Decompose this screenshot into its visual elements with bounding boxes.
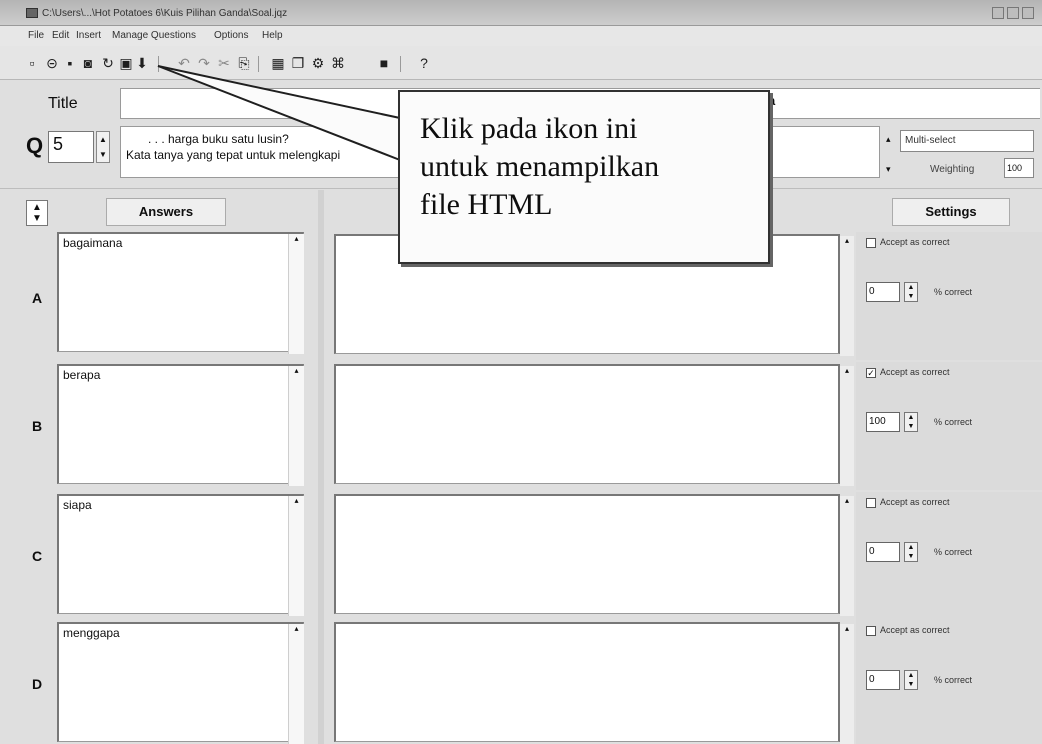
hot-potatoes-jquiz-window: C:\Users\...\Hot Potatoes 6\Kuis Pilihan… [0,0,1042,744]
callout-line-2: untuk menampilkan [420,150,660,183]
callout-line-3: file HTML [420,188,553,221]
callout-line-1: Klik pada ikon ini [420,112,638,145]
annotation-callout: Klik pada ikon ini untuk menampilkan fil… [398,90,770,264]
